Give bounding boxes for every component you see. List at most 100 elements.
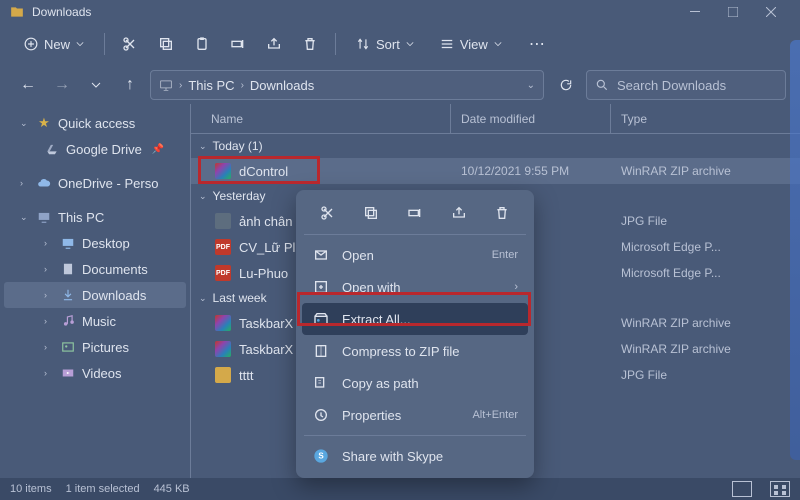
view-button[interactable]: View	[430, 29, 512, 59]
context-item-properties[interactable]: Properties Alt+Enter	[302, 399, 528, 431]
share-button[interactable]	[443, 199, 475, 227]
chevron-down-icon: ⌄	[199, 141, 207, 152]
sidebar-item-onedrive[interactable]: › OneDrive - Perso	[4, 170, 186, 196]
icons-view-button[interactable]	[770, 481, 790, 497]
file-type: Microsoft Edge P...	[611, 266, 800, 280]
context-label: Compress to ZIP file	[342, 344, 518, 359]
group-label: Today (1)	[213, 139, 263, 153]
more-button[interactable]: ⋯	[522, 29, 552, 59]
file-name: tttt	[239, 368, 253, 383]
cut-button[interactable]	[115, 29, 145, 59]
sidebar-item-videos[interactable]: ›Videos	[4, 360, 186, 386]
recent-button[interactable]	[82, 71, 110, 99]
chevron-down-icon: ⌄	[199, 293, 207, 304]
open-icon	[312, 246, 330, 264]
column-headers: Name Date modified Type	[191, 104, 800, 134]
context-item-compress-to-zip-file[interactable]: Compress to ZIP file	[302, 335, 528, 367]
minimize-button[interactable]	[676, 0, 714, 24]
openwith-icon	[312, 278, 330, 296]
column-type[interactable]: Type	[611, 104, 800, 133]
close-button[interactable]	[752, 0, 790, 24]
archive-icon	[215, 341, 231, 357]
sidebar-label: Downloads	[82, 288, 146, 303]
address-bar-row: ← → ↑ › This PC › Downloads ⌄ Search Dow…	[0, 68, 800, 102]
column-name[interactable]: Name	[191, 104, 451, 133]
explorer-window: Downloads New Sort View ⋯	[0, 0, 800, 500]
file-type: WinRAR ZIP archive	[611, 164, 800, 178]
file-name: dControl	[239, 164, 288, 179]
desktop-icon	[60, 235, 76, 251]
context-item-open[interactable]: OpenEnter	[302, 239, 528, 271]
status-selection: 1 item selected	[66, 483, 140, 495]
navigation-pane: ⌄ ★ Quick access Google Drive 📌 › OneDri…	[0, 104, 190, 478]
breadcrumb-current[interactable]: Downloads	[250, 78, 314, 93]
search-icon	[595, 78, 609, 92]
chevron-right-icon: ›	[44, 238, 54, 248]
delete-button[interactable]	[486, 199, 518, 227]
context-label: Copy as path	[342, 376, 518, 391]
column-date[interactable]: Date modified	[451, 104, 611, 133]
context-hint: Alt+Enter	[472, 409, 518, 421]
sidebar-label: Google Drive	[66, 142, 142, 157]
sidebar-item-music[interactable]: ›Music	[4, 308, 186, 334]
back-button[interactable]: ←	[14, 71, 42, 99]
pdf-icon: PDF	[215, 239, 231, 255]
copy-button[interactable]	[355, 199, 387, 227]
props-icon	[312, 406, 330, 424]
downloads-icon	[60, 287, 76, 303]
context-hint: Enter	[492, 249, 518, 261]
forward-button[interactable]: →	[48, 71, 76, 99]
sidebar-item-pictures[interactable]: ›Pictures	[4, 334, 186, 360]
share-button[interactable]	[259, 29, 289, 59]
rename-button[interactable]	[399, 199, 431, 227]
chevron-right-icon: ›	[514, 281, 518, 293]
sidebar-item-google-drive[interactable]: Google Drive 📌	[4, 136, 186, 162]
context-item-open-with[interactable]: Open with›	[302, 271, 528, 303]
sidebar-item-downloads[interactable]: › Downloads	[4, 282, 186, 308]
paste-button[interactable]	[187, 29, 217, 59]
new-button[interactable]: New	[14, 29, 94, 59]
maximize-button[interactable]	[714, 0, 752, 24]
cut-button[interactable]	[312, 199, 344, 227]
sidebar-quick-access[interactable]: ⌄ ★ Quick access	[4, 110, 186, 136]
pc-icon	[159, 78, 173, 92]
breadcrumb-root[interactable]: This PC	[188, 78, 234, 93]
details-view-button[interactable]	[732, 481, 752, 497]
context-item-skype[interactable]: S Share with Skype	[302, 440, 528, 472]
context-label: Properties	[342, 408, 460, 423]
refresh-button[interactable]	[552, 71, 580, 99]
chevron-down-icon	[494, 40, 502, 48]
sidebar-this-pc[interactable]: ⌄ This PC	[4, 204, 186, 230]
sidebar-item-desktop[interactable]: ›Desktop	[4, 230, 186, 256]
rename-button[interactable]	[223, 29, 253, 59]
up-button[interactable]: ↑	[116, 71, 144, 99]
chevron-right-icon: ›	[44, 290, 54, 300]
sort-button[interactable]: Sort	[346, 29, 424, 59]
breadcrumb[interactable]: › This PC › Downloads ⌄	[150, 70, 544, 100]
group-header[interactable]: ⌄ Today (1)	[191, 134, 800, 158]
copy-button[interactable]	[151, 29, 181, 59]
group-label: Last week	[213, 291, 267, 305]
file-row[interactable]: dControl 10/12/2021 9:55 PMWinRAR ZIP arc…	[191, 158, 800, 184]
context-item-copy-as-path[interactable]: Copy as path	[302, 367, 528, 399]
videos-icon	[60, 365, 76, 381]
chevron-right-icon: ›	[44, 264, 54, 274]
chevron-down-icon: ⌄	[199, 191, 207, 202]
search-box[interactable]: Search Downloads	[586, 70, 786, 100]
delete-button[interactable]	[295, 29, 325, 59]
sidebar-label: This PC	[58, 210, 104, 225]
file-name: TaskbarX	[239, 342, 293, 357]
chevron-right-icon: ›	[44, 316, 54, 326]
chevron-down-icon: ⌄	[20, 118, 30, 129]
chevron-right-icon: ›	[44, 342, 54, 352]
file-name: Lu-Phuo	[239, 266, 288, 281]
status-bar: 10 items 1 item selected 445 KB	[0, 478, 800, 500]
context-item-extract-all[interactable]: Extract All...	[302, 303, 528, 335]
status-size: 445 KB	[154, 483, 190, 495]
chevron-down-icon[interactable]: ⌄	[527, 80, 535, 91]
cloud-icon	[36, 175, 52, 191]
archive-icon	[215, 315, 231, 331]
file-date: 10/12/2021 9:55 PM	[451, 164, 611, 178]
view-icon	[440, 37, 454, 51]
sidebar-item-documents[interactable]: ›Documents	[4, 256, 186, 282]
